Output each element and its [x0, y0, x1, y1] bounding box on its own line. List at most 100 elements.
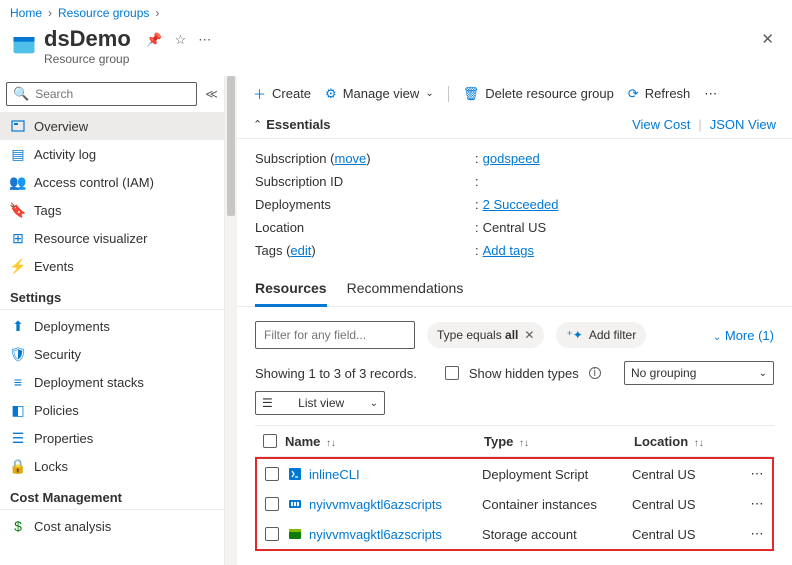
row-checkbox[interactable] — [265, 467, 279, 481]
view-select[interactable]: ☰ List view⌄ — [255, 391, 385, 415]
show-hidden-checkbox[interactable] — [445, 366, 459, 380]
sidebar-item-label: Security — [34, 347, 81, 362]
sidebar-item-resource-visualizer[interactable]: ⊞ Resource visualizer — [0, 224, 224, 252]
column-header-name[interactable]: Name ↑↓ — [285, 434, 484, 449]
sidebar-item-label: Access control (IAM) — [34, 175, 154, 190]
column-header-type[interactable]: Type ↑↓ — [484, 434, 634, 449]
collapse-sidebar-icon[interactable]: ≪ — [201, 85, 222, 103]
search-input[interactable] — [35, 87, 190, 101]
refresh-button[interactable]: ⟳Refresh — [628, 86, 690, 102]
location-value: Central US — [483, 220, 547, 235]
chevron-right-icon: › — [155, 6, 159, 20]
tag-icon: 🔖 — [10, 202, 26, 218]
sidebar-scrollbar[interactable] — [225, 76, 237, 565]
row-more-button[interactable]: ⋯ — [742, 496, 772, 512]
sidebar-item-deployment-stacks[interactable]: ≡ Deployment stacks — [0, 368, 224, 396]
resource-type: Container instances — [482, 497, 632, 512]
more-icon[interactable]: ⋯ — [198, 32, 211, 48]
resource-group-icon — [10, 30, 38, 58]
search-icon: 🔍 — [13, 86, 29, 102]
manage-view-button[interactable]: ⚙Manage view⌄ — [325, 86, 434, 102]
resource-location: Central US — [632, 497, 742, 512]
sidebar-item-iam[interactable]: 👥 Access control (IAM) — [0, 168, 224, 196]
properties-icon: ☰ — [10, 430, 26, 446]
more-filters-button[interactable]: ⌄ More (1) — [713, 328, 774, 343]
sidebar-item-locks[interactable]: 🔒 Locks — [0, 452, 224, 480]
more-commands-button[interactable]: ⋯ — [704, 86, 717, 102]
tab-recommendations[interactable]: Recommendations — [347, 280, 464, 306]
tab-resources[interactable]: Resources — [255, 280, 327, 307]
json-view-link[interactable]: JSON View — [710, 117, 776, 132]
page-title: dsDemo — [44, 26, 131, 52]
grouping-select[interactable]: No grouping⌄ — [624, 361, 774, 385]
row-checkbox[interactable] — [265, 497, 279, 511]
sidebar-item-label: Events — [34, 259, 74, 274]
chevron-right-icon: › — [48, 6, 52, 20]
resource-link[interactable]: nyivvmvagktl6azscripts — [309, 527, 442, 542]
sidebar-item-overview[interactable]: Overview — [0, 112, 224, 140]
sidebar-item-deployments[interactable]: ⬆ Deployments — [0, 312, 224, 340]
sort-icon: ↑↓ — [694, 438, 704, 449]
people-icon: 👥 — [10, 174, 26, 190]
chevron-down-icon: ⌄ — [370, 398, 378, 409]
activity-log-icon: ▤ — [10, 146, 26, 162]
sidebar-item-policies[interactable]: ◧ Policies — [0, 396, 224, 424]
sidebar-item-events[interactable]: ⚡ Events — [0, 252, 224, 280]
chevron-down-icon: ⌄ — [759, 368, 767, 379]
sidebar-item-label: Locks — [34, 459, 68, 474]
policy-icon: ◧ — [10, 402, 26, 418]
breadcrumb-home[interactable]: Home — [10, 6, 42, 20]
table-row[interactable]: nyivvmvagktl6azscriptsStorage accountCen… — [257, 519, 772, 549]
column-header-location[interactable]: Location ↑↓ — [634, 434, 744, 449]
close-icon[interactable]: ✕ — [753, 26, 782, 52]
shield-icon: 🛡 — [10, 346, 26, 362]
sidebar-item-label: Properties — [34, 431, 93, 446]
resource-link[interactable]: nyivvmvagktl6azscripts — [309, 497, 442, 512]
essentials-header[interactable]: ⌃ Essentials View Cost | JSON View — [237, 111, 792, 139]
gear-icon: ⚙ — [325, 86, 337, 102]
edit-tags-link[interactable]: edit — [290, 243, 311, 258]
row-checkbox[interactable] — [265, 527, 279, 541]
sidebar-item-cost-analysis[interactable]: $ Cost analysis — [0, 512, 224, 540]
table-row[interactable]: nyivvmvagktl6azscripts Container instance… — [257, 489, 772, 519]
resource-link[interactable]: inlineCLI — [309, 467, 360, 482]
essentials-label: Essentials — [266, 117, 330, 132]
filter-input[interactable] — [255, 321, 415, 349]
table-body: inlineCLIDeployment ScriptCentral US⋯nyi… — [255, 457, 774, 551]
breadcrumb-resource-groups[interactable]: Resource groups — [58, 6, 149, 20]
view-cost-link[interactable]: View Cost — [632, 117, 690, 132]
chevron-down-icon: ⌄ — [713, 332, 721, 343]
sidebar-item-security[interactable]: 🛡 Security — [0, 340, 224, 368]
prop-label-subscription: Subscription (move) — [255, 151, 475, 166]
row-more-button[interactable]: ⋯ — [742, 466, 772, 482]
sidebar-item-label: Cost analysis — [34, 519, 111, 534]
sort-icon: ↑↓ — [519, 438, 529, 449]
search-input-wrap[interactable]: 🔍 — [6, 82, 197, 106]
refresh-icon: ⟳ — [628, 86, 639, 102]
list-icon: ☰ — [262, 396, 273, 410]
create-button[interactable]: ＋Create — [253, 84, 311, 103]
star-icon[interactable]: ☆ — [175, 32, 187, 48]
sidebar-item-properties[interactable]: ☰ Properties — [0, 424, 224, 452]
table-row[interactable]: inlineCLIDeployment ScriptCentral US⋯ — [257, 459, 772, 489]
sidebar-item-label: Resource visualizer — [34, 231, 147, 246]
add-tags-link[interactable]: Add tags — [483, 243, 534, 258]
deployments-link[interactable]: 2 Succeeded — [483, 197, 559, 212]
add-filter-button[interactable]: ⁺✦ Add filter — [556, 322, 646, 348]
select-all-checkbox[interactable] — [263, 434, 277, 448]
move-link[interactable]: move — [335, 151, 367, 166]
essentials-panel: Subscription (move) :godspeed Subscripti… — [237, 139, 792, 266]
subscription-link[interactable]: godspeed — [483, 151, 540, 166]
show-hidden-label: Show hidden types — [469, 366, 579, 381]
prop-label-location: Location — [255, 220, 475, 235]
sidebar-item-tags[interactable]: 🔖 Tags — [0, 196, 224, 224]
delete-button[interactable]: 🗑Delete resource group — [463, 86, 614, 102]
chevron-down-icon: ⌄ — [425, 88, 433, 99]
row-more-button[interactable]: ⋯ — [742, 526, 772, 542]
scrollbar-thumb[interactable] — [227, 76, 235, 216]
close-icon[interactable]: ✕ — [524, 328, 534, 342]
sidebar-item-activity-log[interactable]: ▤ Activity log — [0, 140, 224, 168]
pin-icon[interactable]: 📌 — [146, 32, 162, 48]
info-icon[interactable]: i — [589, 367, 601, 379]
type-filter-pill[interactable]: Type equals all ✕ — [427, 322, 544, 348]
